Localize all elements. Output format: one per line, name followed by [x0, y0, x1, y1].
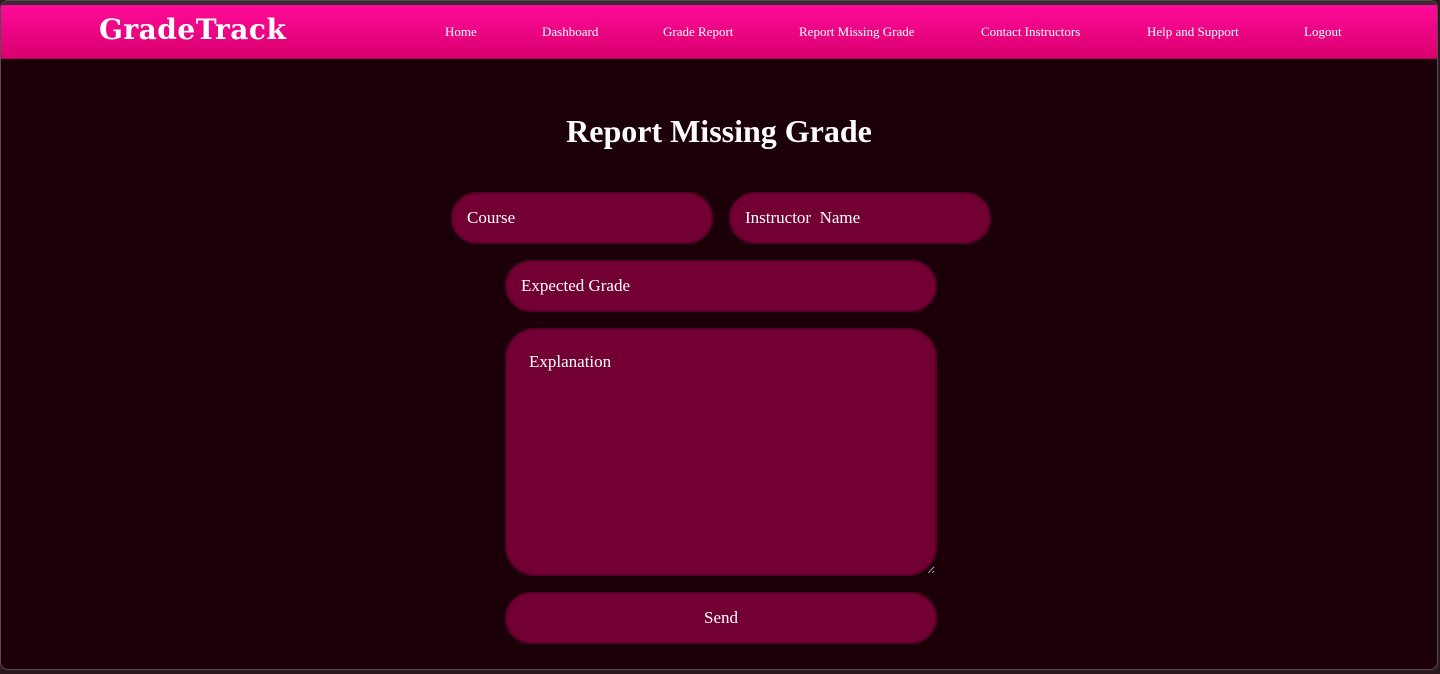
expected-grade-input[interactable] [505, 260, 937, 312]
page-title: Report Missing Grade [566, 113, 872, 149]
instructor-name-input[interactable] [729, 192, 991, 244]
course-input[interactable] [451, 192, 713, 244]
nav-item-report-missing-grade[interactable]: Report Missing Grade [799, 24, 915, 40]
send-button[interactable]: Send [505, 592, 937, 644]
nav-item-help-and-support[interactable]: Help and Support [1147, 24, 1239, 40]
top-navbar: GradeTrack Home Dashboard Grade Report R… [1, 5, 1437, 59]
app-window: GradeTrack Home Dashboard Grade Report R… [0, 0, 1438, 670]
nav-item-contact-instructors[interactable]: Contact Instructors [981, 24, 1080, 40]
nav-item-logout[interactable]: Logout [1304, 24, 1342, 40]
nav-links: Home Dashboard Grade Report Report Missi… [1, 24, 1437, 44]
nav-item-grade-report[interactable]: Grade Report [663, 24, 733, 40]
nav-item-home[interactable]: Home [445, 24, 477, 40]
explanation-textarea[interactable] [505, 328, 937, 576]
nav-item-dashboard[interactable]: Dashboard [542, 24, 598, 40]
